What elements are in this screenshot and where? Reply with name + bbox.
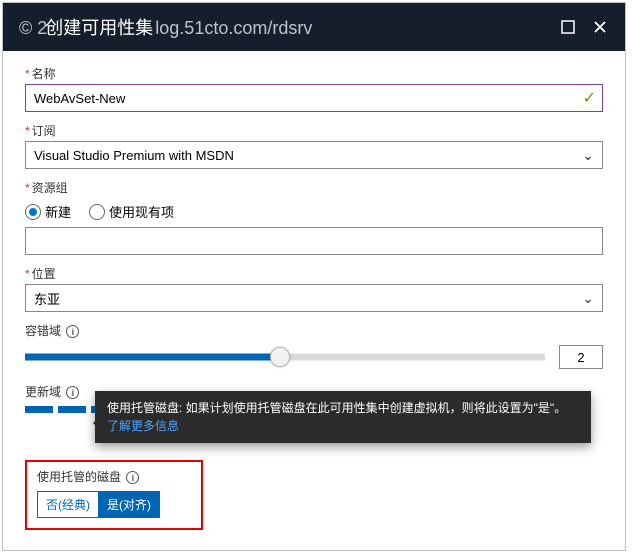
label-subscription: *订阅	[25, 122, 603, 139]
slider-seg	[25, 406, 53, 413]
info-icon[interactable]: i	[66, 386, 79, 399]
field-name: *名称 WebAvSet-New ✓	[25, 65, 603, 112]
label-name: *名称	[25, 65, 603, 82]
label-location: *位置	[25, 265, 603, 282]
radio-label-new: 新建	[45, 202, 71, 221]
watermark-suffix: log.51cto.com/rdsrv	[155, 18, 312, 39]
chevron-down-icon: ⌄	[582, 147, 594, 164]
label-resource-group: *资源组	[25, 179, 603, 196]
tooltip-learn-more-link[interactable]: 了解更多信息	[107, 419, 179, 433]
field-fault-domain: 容错域 i 2	[25, 322, 603, 369]
blade-header: © 2 创建可用性集 log.51cto.com/rdsrv	[3, 3, 625, 51]
managed-disks-segmented: 否(经典) 是(对齐)	[37, 491, 187, 518]
required-marker: *	[25, 124, 30, 138]
radio-new[interactable]: 新建	[25, 202, 71, 221]
location-value: 东亚	[34, 289, 60, 308]
resource-group-radio-row: 新建 使用现有项	[25, 198, 603, 227]
field-subscription: *订阅 Visual Studio Premium with MSDN ⌄	[25, 122, 603, 169]
fault-domain-value-box[interactable]: 2	[559, 345, 603, 369]
managed-disks-yes-button[interactable]: 是(对齐)	[99, 491, 160, 518]
blade-frame: © 2 创建可用性集 log.51cto.com/rdsrv *名称 WebAv…	[2, 2, 626, 551]
slider-thumb[interactable]	[270, 347, 290, 367]
info-icon[interactable]: i	[66, 325, 79, 338]
fault-domain-slider[interactable]	[25, 345, 545, 369]
info-icon[interactable]: i	[126, 471, 139, 484]
radio-icon	[25, 204, 41, 220]
location-select[interactable]: 东亚 ⌄	[25, 284, 603, 312]
resource-group-input[interactable]	[25, 227, 603, 255]
title-wrap: © 2 创建可用性集 log.51cto.com/rdsrv	[19, 14, 312, 40]
name-input[interactable]: WebAvSet-New ✓	[25, 84, 603, 112]
name-value: WebAvSet-New	[34, 91, 125, 106]
slider-fill	[25, 354, 280, 361]
fault-domain-slider-row: 2	[25, 345, 603, 369]
watermark-prefix: © 2	[19, 18, 47, 39]
subscription-select[interactable]: Visual Studio Premium with MSDN ⌄	[25, 141, 603, 169]
tooltip-text: 使用托管磁盘: 如果计划使用托管磁盘在此可用性集中创建虚拟机，则将此设置为"是"…	[107, 401, 566, 415]
managed-disks-no-button[interactable]: 否(经典)	[37, 491, 99, 518]
radio-label-existing: 使用现有项	[109, 202, 174, 221]
field-location: *位置 东亚 ⌄	[25, 265, 603, 312]
managed-disks-block: 使用托管的磁盘 i 否(经典) 是(对齐)	[25, 460, 203, 530]
close-icon[interactable]	[591, 18, 609, 36]
radio-icon	[89, 204, 105, 220]
radio-existing[interactable]: 使用现有项	[89, 202, 174, 221]
slider-seg	[58, 406, 86, 413]
blade-title: 创建可用性集	[45, 14, 153, 40]
maximize-icon[interactable]	[559, 18, 577, 36]
fault-domain-value: 2	[577, 350, 584, 365]
label-fault-domain: 容错域 i	[25, 322, 603, 339]
field-resource-group: *资源组 新建 使用现有项	[25, 179, 603, 255]
managed-disks-tooltip: 使用托管磁盘: 如果计划使用托管磁盘在此可用性集中创建虚拟机，则将此设置为"是"…	[95, 391, 591, 443]
label-managed-disks: 使用托管的磁盘 i	[37, 468, 187, 485]
subscription-value: Visual Studio Premium with MSDN	[34, 148, 234, 163]
required-marker: *	[25, 181, 30, 195]
required-marker: *	[25, 267, 30, 281]
valid-check-icon: ✓	[583, 88, 596, 108]
chevron-down-icon: ⌄	[582, 290, 594, 307]
header-icons	[559, 18, 609, 36]
required-marker: *	[25, 67, 30, 81]
blade-content: *名称 WebAvSet-New ✓ *订阅 Visual Studio Pre…	[3, 51, 625, 550]
